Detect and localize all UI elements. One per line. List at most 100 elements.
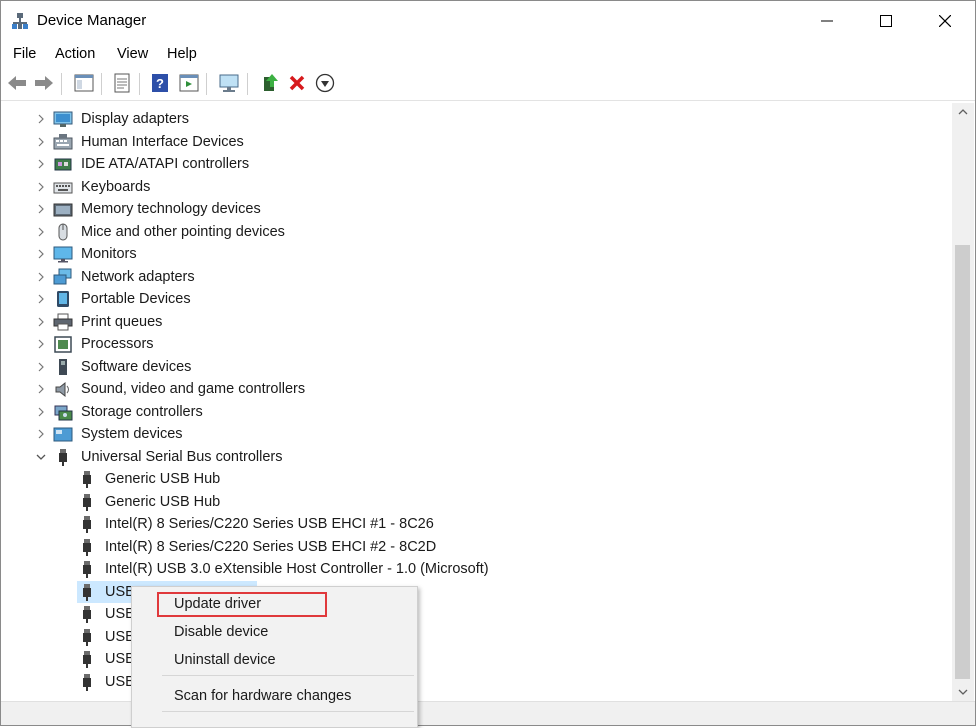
- tree-category-item[interactable]: Universal Serial Bus controllers: [3, 446, 943, 468]
- usb-icon: [83, 651, 91, 668]
- tree-device-item[interactable]: Intel(R) 8 Series/C220 Series USB EHCI #…: [3, 513, 943, 535]
- menu-action[interactable]: Action: [55, 46, 95, 62]
- properties-button[interactable]: [111, 72, 133, 94]
- menu-view[interactable]: View: [117, 46, 148, 62]
- tree-category-item[interactable]: Human Interface Devices: [3, 131, 943, 153]
- scan-hardware-button[interactable]: [218, 72, 240, 94]
- tree-device-item[interactable]: Intel(R) USB 3.0 eXtensible Host Control…: [3, 558, 943, 580]
- storage-controller-icon: [54, 405, 73, 420]
- tree-item-label: Sound, video and game controllers: [81, 381, 306, 397]
- chevron-right-icon[interactable]: [36, 338, 46, 350]
- uninstall-button[interactable]: [286, 72, 308, 94]
- tree-item-label: Generic USB Hub: [105, 471, 221, 487]
- back-button[interactable]: [6, 72, 28, 94]
- portable-device-icon: [57, 291, 69, 307]
- properties-icon: [114, 73, 130, 93]
- menu-item-uninstall-device[interactable]: Uninstall device: [174, 652, 276, 668]
- tree-category-item[interactable]: Memory technology devices: [3, 198, 943, 220]
- tree-device-item[interactable]: Generic USB Hub: [3, 491, 943, 513]
- tree-category-item[interactable]: Keyboards: [3, 176, 943, 198]
- show-hide-console-tree-icon: [74, 74, 94, 92]
- chevron-right-icon[interactable]: [36, 226, 46, 238]
- tree-item-label: Display adapters: [81, 111, 189, 127]
- forward-button[interactable]: [33, 72, 55, 94]
- usb-icon: [83, 628, 91, 646]
- toolbar-separator: [139, 73, 140, 95]
- minimize-icon: [821, 20, 833, 22]
- menu-file[interactable]: File: [13, 46, 36, 62]
- forward-icon: [35, 76, 53, 90]
- toolbar-separator: [61, 73, 62, 95]
- chevron-right-icon[interactable]: [36, 181, 46, 193]
- network-adapter-icon: [53, 268, 72, 284]
- tree-item-label: Human Interface Devices: [81, 133, 244, 150]
- tree-item-label: Software devices: [81, 358, 192, 375]
- chevron-down-icon[interactable]: [36, 451, 46, 463]
- chevron-right-icon[interactable]: [36, 428, 46, 440]
- vertical-scrollbar[interactable]: [952, 103, 974, 701]
- toolbar: ?: [1, 68, 975, 101]
- tree-category-item[interactable]: IDE ATA/ATAPI controllers: [3, 153, 943, 175]
- action-pane-icon: [179, 74, 199, 92]
- maximize-button[interactable]: [858, 1, 914, 41]
- chevron-right-icon[interactable]: [36, 113, 46, 125]
- tree-category-item[interactable]: Print queues: [3, 311, 943, 333]
- tree-category-item[interactable]: Network adapters: [3, 266, 943, 288]
- scroll-up-button[interactable]: [952, 103, 974, 121]
- menu-item-disable-device[interactable]: Disable device: [174, 624, 268, 640]
- tree-device-item[interactable]: Intel(R) 8 Series/C220 Series USB EHCI #…: [3, 536, 943, 558]
- chevron-right-icon[interactable]: [36, 271, 46, 283]
- tree-item-label: Keyboards: [81, 178, 151, 195]
- scroll-down-button[interactable]: [952, 683, 974, 701]
- show-hide-console-tree-button[interactable]: [73, 72, 95, 94]
- tree-item-label: Universal Serial Bus controllers: [81, 448, 283, 465]
- tree-category-item[interactable]: Monitors: [3, 243, 943, 265]
- tree-category-item[interactable]: Mice and other pointing devices: [3, 221, 943, 243]
- chevron-right-icon[interactable]: [36, 136, 46, 148]
- usb-icon: [83, 493, 91, 511]
- update-driver-highlight-box: [157, 592, 327, 617]
- tree-category-item[interactable]: System devices: [3, 423, 943, 445]
- chevron-right-icon[interactable]: [36, 248, 46, 260]
- action-pane-button[interactable]: [178, 72, 200, 94]
- close-button[interactable]: [917, 1, 973, 41]
- tree-category-item[interactable]: Sound, video and game controllers: [3, 378, 943, 400]
- chevron-right-icon[interactable]: [36, 383, 46, 395]
- tree-category-item[interactable]: Storage controllers: [3, 401, 943, 423]
- scroll-thumb[interactable]: [955, 245, 970, 679]
- update-driver-icon: [264, 74, 278, 91]
- chevron-right-icon[interactable]: [36, 406, 46, 418]
- tree-category-item[interactable]: Display adapters: [3, 108, 943, 130]
- menu-help[interactable]: Help: [167, 46, 197, 62]
- chevron-right-icon[interactable]: [36, 293, 46, 305]
- tree-item-label: IDE ATA/ATAPI controllers: [81, 156, 250, 172]
- help-button[interactable]: ?: [149, 72, 171, 94]
- tree-item-label: Storage controllers: [81, 403, 203, 420]
- chevron-right-icon[interactable]: [36, 361, 46, 373]
- tree-item-label: Intel(R) USB 3.0 eXtensible Host Control…: [105, 561, 489, 577]
- chevron-right-icon[interactable]: [36, 158, 46, 170]
- disable-button[interactable]: [314, 72, 336, 94]
- update-driver-button[interactable]: [259, 72, 281, 94]
- tree-category-item[interactable]: Software devices: [3, 356, 943, 378]
- display-adapter-icon: [53, 111, 73, 127]
- toolbar-separator: [247, 73, 248, 95]
- window-title: Device Manager: [37, 12, 147, 29]
- chevron-right-icon[interactable]: [36, 316, 46, 328]
- tree-device-item[interactable]: Generic USB Hub: [3, 468, 943, 490]
- menu-item-scan-hardware-changes[interactable]: Scan for hardware changes: [174, 688, 351, 704]
- tree-category-item[interactable]: Portable Devices: [3, 288, 943, 310]
- tree-item-label: Processors: [81, 336, 154, 352]
- minimize-button[interactable]: [799, 1, 855, 41]
- print-queue-icon: [53, 313, 73, 330]
- system-device-icon: [53, 427, 73, 442]
- keyboard-icon: [53, 182, 73, 193]
- tree-item-label: Intel(R) 8 Series/C220 Series USB EHCI #…: [105, 538, 437, 555]
- chevron-right-icon[interactable]: [36, 203, 46, 215]
- close-icon: [939, 15, 951, 27]
- tree-item-label: Monitors: [81, 246, 137, 262]
- hid-icon: [53, 133, 73, 149]
- usb-icon: [83, 561, 91, 578]
- help-icon: ?: [152, 74, 168, 92]
- tree-category-item[interactable]: Processors: [3, 333, 943, 355]
